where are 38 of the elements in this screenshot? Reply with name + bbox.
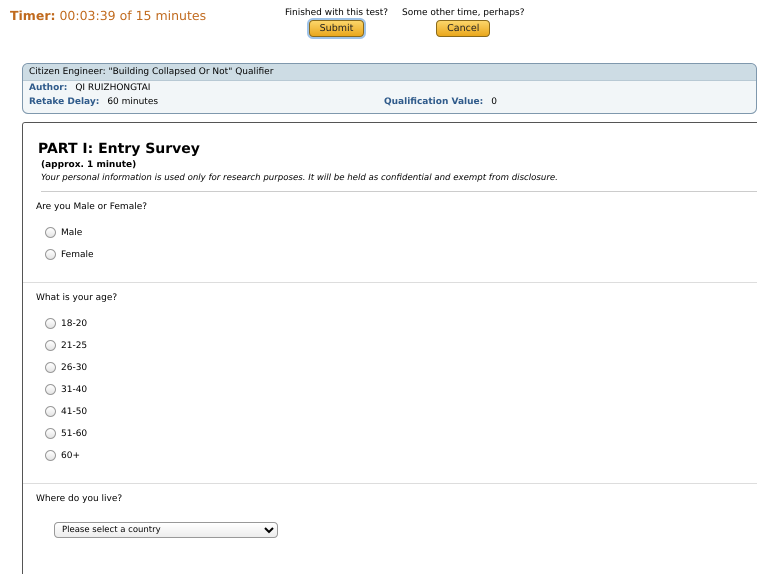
button-prompt: Some other time, perhaps? <box>402 8 524 18</box>
radio-button[interactable] <box>45 384 56 395</box>
option-label[interactable]: 21-25 <box>61 340 88 350</box>
radio-button[interactable] <box>45 406 56 417</box>
field-label: Retake Delay: <box>29 97 100 107</box>
duration-note: (approx. 1 minute) <box>41 160 138 170</box>
radio-button[interactable] <box>45 340 56 351</box>
radio-button[interactable] <box>45 249 56 260</box>
option-label[interactable]: 31-40 <box>61 384 88 394</box>
timer-value: 00:03:39 of 15 minutes <box>59 8 206 23</box>
radio-button[interactable] <box>45 318 56 329</box>
question-text: What is your age? <box>36 293 118 303</box>
field-value: 60 minutes <box>107 97 158 107</box>
option-label[interactable]: 18-20 <box>61 318 88 328</box>
qualifier-title: Citizen Engineer: "Building Collapsed Or Not" Qualifier <box>23 64 756 81</box>
question-text: Where do you live? <box>36 494 124 504</box>
part-title: PART I: Entry Survey <box>38 141 201 157</box>
submit-button[interactable]: Submit <box>308 20 364 37</box>
field-value: QI RUIZHONGTAI <box>75 83 150 93</box>
radio-button[interactable] <box>45 450 56 461</box>
question-text: Are you Male or Female? <box>36 202 148 212</box>
option-label[interactable]: 26-30 <box>61 362 88 372</box>
option-label[interactable]: Male <box>61 228 82 238</box>
country-dropdown[interactable]: Please select a country <box>54 522 278 538</box>
field-value: 0 <box>491 97 497 107</box>
option-label[interactable]: 41-50 <box>61 406 88 416</box>
radio-button[interactable] <box>45 227 56 238</box>
field-label: Qualification Value: <box>384 97 484 107</box>
privacy-note: Your personal information is used only for research purposes. It will be held as confidential and exempt from disclosure. <box>41 173 757 192</box>
radio-button[interactable] <box>45 428 56 439</box>
timer-label: Timer: <box>10 8 56 23</box>
option-label[interactable]: Female <box>61 250 94 260</box>
field-label: Author: <box>29 83 68 93</box>
button-prompt: Finished with this test? <box>285 8 388 18</box>
option-label[interactable]: 51-60 <box>61 428 88 438</box>
option-label[interactable]: 60+ <box>61 450 80 460</box>
cancel-button[interactable]: Cancel <box>436 20 490 37</box>
radio-button[interactable] <box>45 362 56 373</box>
